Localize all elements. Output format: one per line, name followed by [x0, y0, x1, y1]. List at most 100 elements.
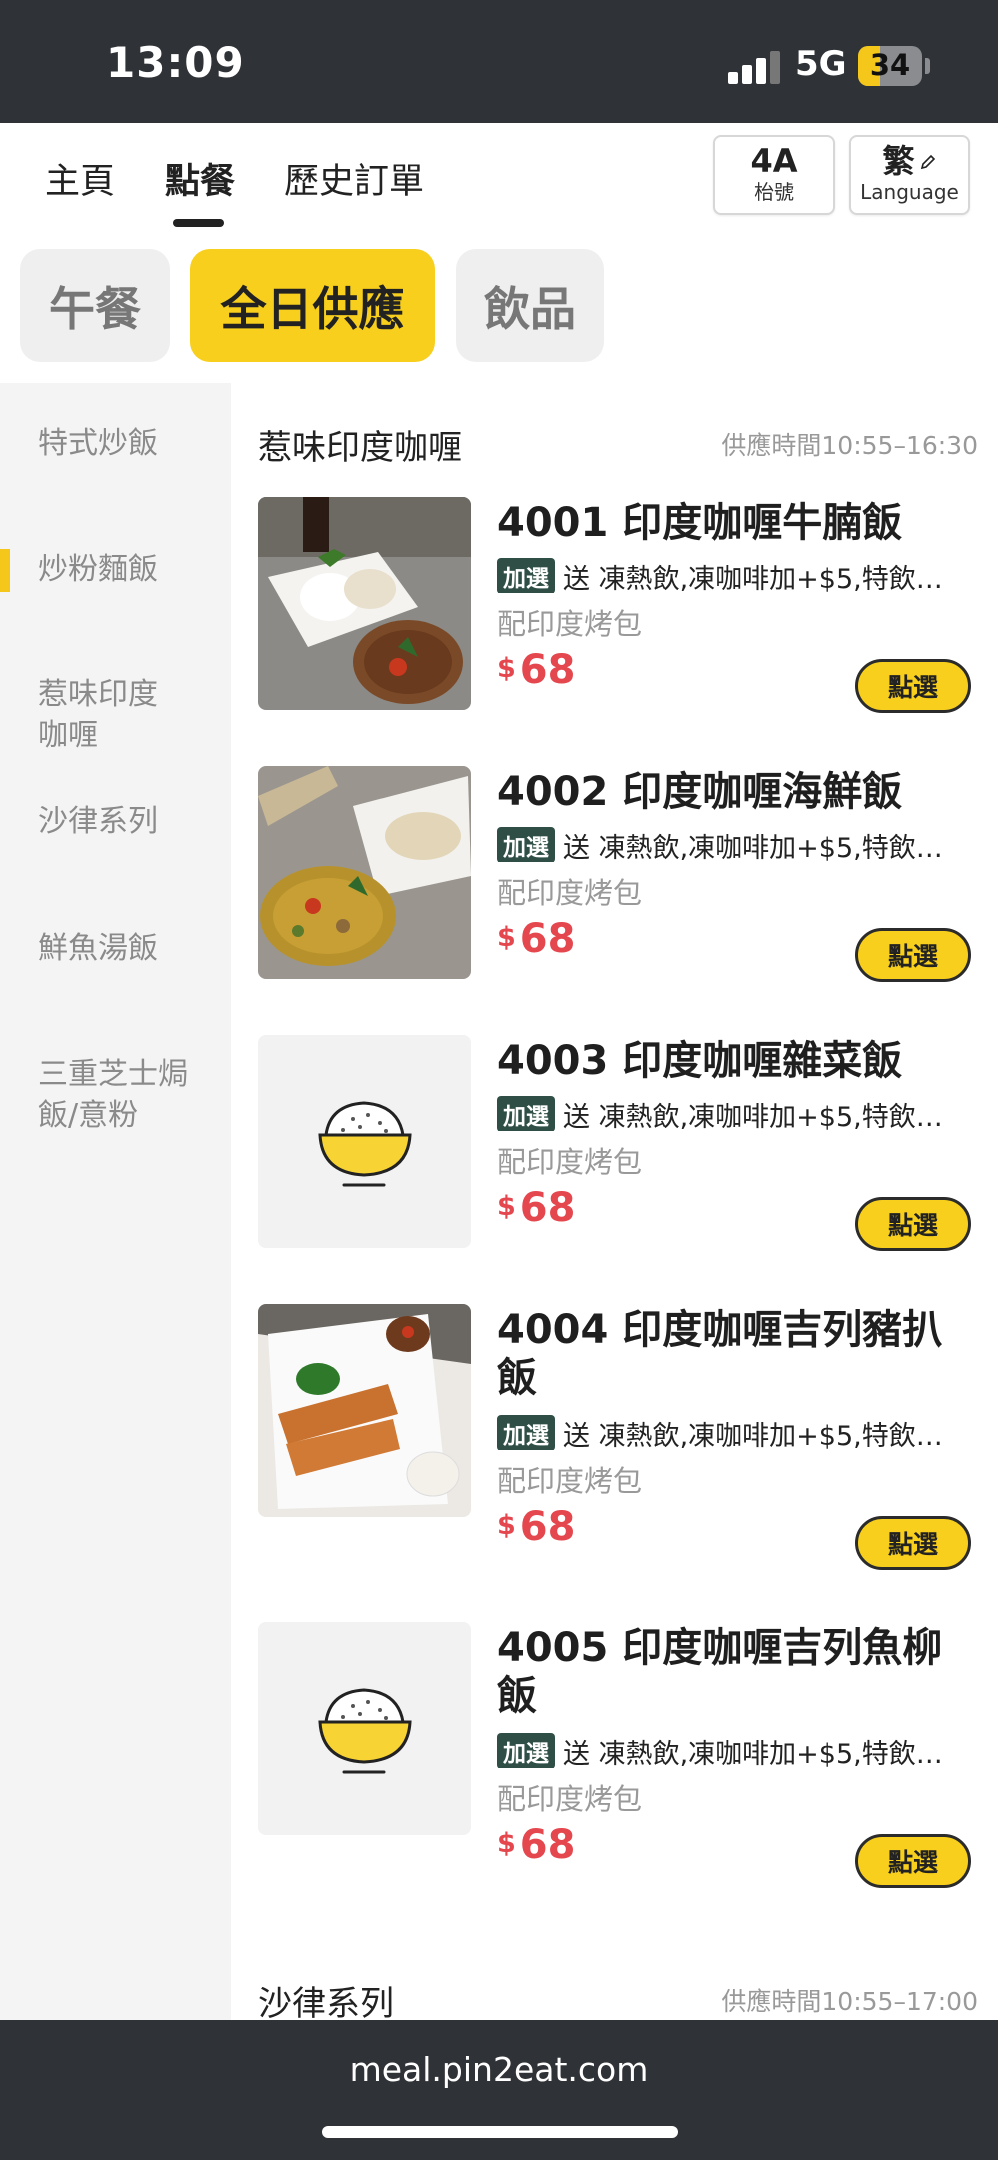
- category-all-day[interactable]: 全日供應: [190, 249, 435, 362]
- food-photo: [258, 766, 471, 979]
- active-tab-indicator: [173, 219, 224, 227]
- section-header: 惹味印度咖喱 供應時間10:55–16:30: [258, 420, 978, 470]
- item-options[interactable]: 加選送 凍熱飲,凍咖啡加+$5,特飲…: [497, 1095, 971, 1131]
- pencil-icon: [920, 154, 935, 170]
- select-button[interactable]: 點選: [855, 1516, 971, 1570]
- item-name: 4003 印度咖喱雜菜飯: [497, 1038, 903, 1084]
- item-name: 4001 印度咖喱牛腩飯: [497, 500, 903, 546]
- item-options[interactable]: 加選送 凍熱飲,凍咖啡加+$5,特飲…: [497, 1414, 971, 1450]
- food-photo: [258, 497, 471, 710]
- battery-level: 34: [869, 48, 911, 82]
- seafood-curry-photo[interactable]: [258, 766, 471, 979]
- item-price: $68: [497, 916, 575, 962]
- item-options[interactable]: 加選送 凍熱飲,凍咖啡加+$5,特飲…: [497, 557, 971, 593]
- add-option-badge: 加選: [497, 1096, 555, 1131]
- battery-tip: [925, 58, 930, 74]
- item-name: 4002 印度咖喱海鮮飯: [497, 769, 903, 815]
- status-bar: 13:09 5G 34: [0, 0, 998, 123]
- table-number-button[interactable]: 4A 枱號: [713, 135, 835, 215]
- item-subtitle: 配印度烤包: [497, 607, 643, 641]
- sidebar-item-fried-noodles-rice[interactable]: 炒粉麵飯: [38, 549, 218, 590]
- language-button[interactable]: 繁 Language: [849, 135, 970, 215]
- price-amount: 68: [519, 1504, 576, 1550]
- item-name: 4004 印度咖喱吉列豬扒飯: [497, 1307, 943, 1401]
- nav-tab-order[interactable]: 點餐: [165, 153, 235, 204]
- item-options[interactable]: 加選送 凍熱飲,凍咖啡加+$5,特飲…: [497, 826, 971, 862]
- add-option-badge: 加選: [497, 1415, 555, 1450]
- sidebar-item-cheese-baked-rice[interactable]: 三重芝士焗飯/意粉: [38, 1054, 188, 1136]
- section-serving-time: 供應時間10:55–16:30: [721, 431, 978, 460]
- food-photo: [258, 1304, 471, 1517]
- item-subtitle: 配印度烤包: [497, 876, 643, 910]
- sidebar-item-salad[interactable]: 沙律系列: [38, 801, 218, 842]
- sidebar-active-marker: [0, 549, 10, 592]
- status-time: 13:09: [106, 38, 245, 87]
- battery-icon: 34: [858, 46, 922, 86]
- url-text[interactable]: meal.pin2eat.com: [0, 2050, 998, 2089]
- add-option-badge: 加選: [497, 1733, 555, 1768]
- price-currency: $: [497, 1191, 516, 1222]
- language-caption: Language: [860, 180, 959, 204]
- signal-icon: [728, 50, 780, 84]
- price-amount: 68: [519, 1185, 576, 1231]
- item-subtitle: 配印度烤包: [497, 1782, 643, 1816]
- table-number-caption: 枱號: [754, 180, 794, 204]
- menu-item[interactable]: 4003 印度咖喱雜菜飯 加選送 凍熱飲,凍咖啡加+$5,特飲… 配印度烤包 $…: [258, 1035, 971, 1265]
- item-options[interactable]: 加選送 凍熱飲,凍咖啡加+$5,特飲…: [497, 1732, 971, 1768]
- beef-curry-photo[interactable]: [258, 497, 471, 710]
- select-button[interactable]: 點選: [855, 928, 971, 982]
- menu-list[interactable]: 惹味印度咖喱 供應時間10:55–16:30 4001 印度咖喱牛腩飯 加選送 …: [231, 383, 998, 2020]
- select-button[interactable]: 點選: [855, 1834, 971, 1888]
- browser-url-bar[interactable]: meal.pin2eat.com: [0, 2020, 998, 2160]
- select-button[interactable]: 點選: [855, 1197, 971, 1251]
- pork-chop-curry-photo[interactable]: [258, 1304, 471, 1517]
- network-label: 5G: [795, 44, 847, 84]
- menu-item[interactable]: 4002 印度咖喱海鮮飯 加選送 凍熱飲,凍咖啡加+$5,特飲… 配印度烤包 $…: [258, 766, 971, 996]
- top-nav: 主頁 點餐 歷史訂單 4A 枱號 繁 Language: [0, 123, 998, 245]
- item-subtitle: 配印度烤包: [497, 1464, 643, 1498]
- section-title: 惹味印度咖喱: [258, 428, 462, 468]
- menu-item[interactable]: 4005 印度咖喱吉列魚柳飯 加選送 凍熱飲,凍咖啡加+$5,特飲… 配印度烤包…: [258, 1622, 971, 1902]
- item-price: $68: [497, 1504, 575, 1550]
- section-header: 沙律系列 供應時間10:55–17:00: [258, 1976, 978, 2020]
- rice-bowl-placeholder: [258, 1622, 471, 1835]
- language-value: 繁: [882, 142, 915, 180]
- home-indicator[interactable]: [322, 2126, 678, 2138]
- item-options-text: 送 凍熱飲,凍咖啡加+$5,特飲…: [563, 1739, 943, 1768]
- sidebar-item-special-fried-rice[interactable]: 特式炒飯: [38, 423, 218, 464]
- item-subtitle: 配印度烤包: [497, 1145, 643, 1179]
- price-currency: $: [497, 1510, 516, 1541]
- add-option-badge: 加選: [497, 558, 555, 593]
- item-price: $68: [497, 647, 575, 693]
- price-currency: $: [497, 1828, 516, 1859]
- menu-item[interactable]: 4004 印度咖喱吉列豬扒飯 加選送 凍熱飲,凍咖啡加+$5,特飲… 配印度烤包…: [258, 1304, 971, 1584]
- menu-item[interactable]: 4001 印度咖喱牛腩飯 加選送 凍熱飲,凍咖啡加+$5,特飲… 配印度烤包 $…: [258, 497, 971, 727]
- rice-bowl-placeholder: [258, 1035, 471, 1248]
- sidebar-item-indian-curry[interactable]: 惹味印度咖喱: [38, 674, 178, 756]
- nav-tab-history[interactable]: 歷史訂單: [284, 153, 424, 204]
- language-value-wrap: 繁: [851, 143, 968, 179]
- price-amount: 68: [519, 1822, 576, 1868]
- sidebar-item-fish-soup-rice[interactable]: 鮮魚湯飯: [38, 928, 218, 969]
- item-options-text: 送 凍熱飲,凍咖啡加+$5,特飲…: [563, 1102, 943, 1131]
- price-amount: 68: [519, 647, 576, 693]
- item-options-text: 送 凍熱飲,凍咖啡加+$5,特飲…: [563, 1421, 943, 1450]
- item-price: $68: [497, 1185, 575, 1231]
- item-options-text: 送 凍熱飲,凍咖啡加+$5,特飲…: [563, 833, 943, 862]
- sidebar: 特式炒飯 炒粉麵飯 惹味印度咖喱 沙律系列 鮮魚湯飯 三重芝士焗飯/意粉: [0, 383, 231, 2020]
- price-amount: 68: [519, 916, 576, 962]
- section-serving-time: 供應時間10:55–17:00: [721, 1987, 978, 2016]
- nav-tab-home[interactable]: 主頁: [45, 153, 115, 204]
- rice-bowl-icon[interactable]: [258, 1035, 471, 1248]
- price-currency: $: [497, 922, 516, 953]
- rice-bowl-icon[interactable]: [258, 1622, 471, 1835]
- category-drinks[interactable]: 飲品: [456, 249, 604, 362]
- category-lunch[interactable]: 午餐: [20, 249, 170, 362]
- price-currency: $: [497, 653, 516, 684]
- select-button[interactable]: 點選: [855, 659, 971, 713]
- table-number: 4A: [750, 142, 798, 180]
- add-option-badge: 加選: [497, 827, 555, 862]
- item-name: 4005 印度咖喱吉列魚柳飯: [497, 1625, 943, 1719]
- section-title: 沙律系列: [258, 1984, 394, 2020]
- category-tabs: 午餐 全日供應 飲品: [0, 245, 998, 383]
